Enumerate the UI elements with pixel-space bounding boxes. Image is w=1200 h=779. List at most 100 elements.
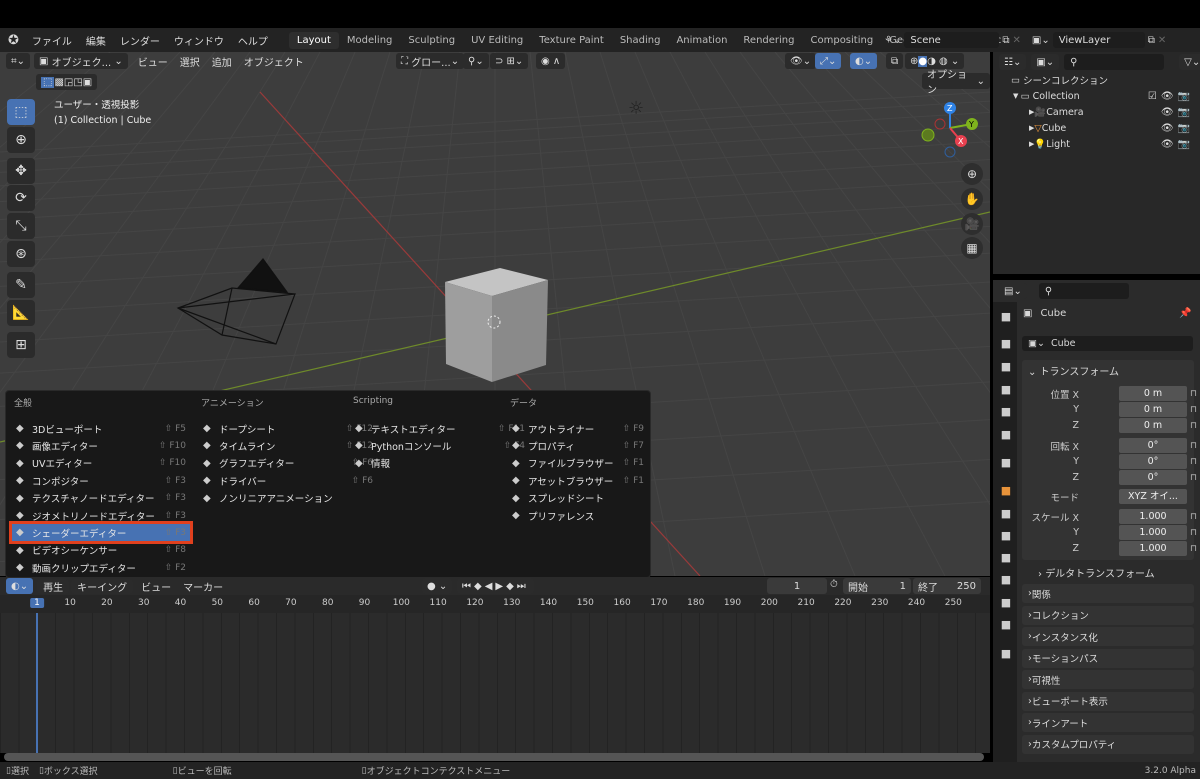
menu-item-properties[interactable]: ◆ プロパティ ⇧ F7 — [508, 437, 648, 454]
workspace-tab[interactable]: Shading — [612, 32, 669, 49]
workspace-tab[interactable]: Animation — [668, 32, 735, 49]
annotate-tool[interactable]: ✎ — [7, 272, 35, 298]
particles-tab-icon[interactable]: ■ — [998, 529, 1014, 545]
delta-transform-header[interactable]: › デルタトランスフォーム — [1038, 565, 1155, 580]
move-tool[interactable]: ✥ — [7, 158, 35, 184]
menu-item-uv-editor[interactable]: ◆ UVエディター ⇧ F10 — [12, 455, 190, 472]
texture-tab-icon[interactable]: ■ — [998, 647, 1014, 663]
playback-controls[interactable]: ⏮◆◀▶◆⏭ — [457, 578, 534, 594]
lock-icon[interactable]: ⊓ — [1190, 457, 1197, 467]
properties-editor-type-button[interactable]: ▤⌄ — [999, 283, 1027, 299]
outliner-search-input[interactable]: ⚲ — [1064, 54, 1165, 70]
value-field[interactable]: XYZ オイ... — [1119, 489, 1187, 504]
menu-1[interactable]: 編集 — [79, 33, 113, 48]
transform-orientation-selector[interactable]: ⛶ グロー... ⌄ — [396, 53, 465, 69]
panel-7[interactable]: › カスタムプロパティ — [1022, 734, 1194, 754]
selection-mode-buttons[interactable]: ⬚ ▩◲◳▣ — [36, 74, 98, 90]
data-tab-icon[interactable]: ■ — [998, 596, 1014, 612]
close-view-layer-icon[interactable]: ✕ — [1158, 35, 1166, 46]
workspace-tab[interactable]: Layout — [288, 31, 339, 49]
value-field[interactable]: 1.000 — [1119, 525, 1187, 540]
menu-item-driver[interactable]: ◆ ドライバー ⇧ F6 — [199, 472, 377, 489]
workspace-tab[interactable]: Sculpting — [400, 32, 463, 49]
proportional-edit-toggle[interactable]: ◉ ∧ — [536, 53, 566, 69]
timeline-menu-0[interactable]: 再生 — [37, 578, 70, 594]
visibility-icons[interactable]: 👁📷 — [1161, 123, 1194, 134]
scene-icon[interactable]: ⚘⌄ — [884, 35, 901, 46]
panel-3[interactable]: › モーションパス — [1022, 648, 1194, 668]
expand-arrow-icon[interactable]: ▼ — [1013, 92, 1021, 100]
gizmo-toggle[interactable]: ⤢⌄ — [815, 53, 842, 69]
view-layer-tab-icon[interactable]: ■ — [998, 383, 1014, 399]
menu-item-3d-viewport[interactable]: ◆ 3Dビューポート ⇧ F5 — [12, 420, 190, 437]
value-field[interactable]: 0° — [1119, 438, 1187, 453]
camera-view-icon[interactable]: 🎥 — [961, 213, 983, 235]
ortho-grid-icon[interactable]: ▦ — [961, 237, 983, 259]
lock-icon[interactable]: ⊓ — [1190, 389, 1197, 399]
copy-view-layer-icon[interactable]: ⧉ — [1148, 35, 1155, 46]
menu-item-nla[interactable]: ◆ ノンリニアアニメーション — [199, 490, 377, 507]
value-field[interactable]: 0 m — [1119, 418, 1187, 433]
lock-icon[interactable]: ⊓ — [1190, 512, 1197, 522]
viewport-menu-0[interactable]: ビュー — [132, 54, 174, 69]
lock-icon[interactable]: ⊓ — [1190, 421, 1197, 431]
material-tab-icon[interactable]: ■ — [998, 618, 1014, 634]
panel-4[interactable]: › 可視性 — [1022, 670, 1194, 689]
workspace-tab[interactable]: Compositing — [803, 32, 882, 49]
outliner-item-cube[interactable]: ▶ ▽ Cube 👁📷 — [993, 120, 1200, 136]
menu-item-texture-node[interactable]: ◆ テクスチャノードエディター ⇧ F3 — [12, 490, 190, 507]
object-data-icon[interactable]: ▣⌄ — [1022, 338, 1051, 349]
menu-item-geometry-node[interactable]: ◆ ジオメトリノードエディター ⇧ F3 — [12, 507, 190, 524]
value-field[interactable]: 1.000 — [1119, 509, 1187, 524]
panel-0[interactable]: › 関係 — [1022, 584, 1194, 603]
panel-2[interactable]: › インスタンス化 — [1022, 627, 1194, 646]
stopwatch-icon[interactable]: ⏱ — [830, 579, 838, 590]
menu-2[interactable]: レンダー — [113, 33, 167, 48]
panel-5[interactable]: › ビューポート表示 — [1022, 691, 1194, 711]
menu-item-movie-clip[interactable]: ◆ 動画クリップエディター ⇧ F2 — [12, 559, 190, 576]
menu-item-shader-editor[interactable]: ◆ シェーダーエディター ⇧ F3 — [9, 521, 193, 545]
value-field[interactable]: 0 m — [1119, 402, 1187, 417]
current-frame-field[interactable]: 1 — [767, 578, 827, 594]
timeline-menu-1[interactable]: キーイング — [71, 578, 134, 594]
playhead[interactable] — [36, 613, 38, 753]
value-field[interactable]: 0° — [1119, 454, 1187, 469]
menu-0[interactable]: ファイル — [25, 33, 79, 48]
panel-6[interactable]: › ラインアート — [1022, 713, 1194, 732]
scene-collection-row[interactable]: ▭ シーンコレクション — [993, 72, 1200, 88]
menu-item-asset-browser[interactable]: ◆ アセットブラウザー ⇧ F1 — [508, 472, 648, 489]
keyframe-selector[interactable]: ● ⌄ — [422, 578, 453, 594]
timeline-scrollbar[interactable] — [4, 753, 984, 761]
physics-tab-icon[interactable]: ■ — [998, 551, 1014, 567]
output-tab-icon[interactable]: ■ — [998, 360, 1014, 376]
object-tab-icon[interactable]: ■ — [998, 484, 1014, 500]
measure-tool[interactable]: 📐 — [7, 300, 35, 326]
lock-icon[interactable]: ⊓ — [1190, 544, 1197, 554]
visibility-icons[interactable]: ☑👁📷 — [1148, 91, 1194, 102]
menu-item-outliner[interactable]: ◆ アウトライナー ⇧ F9 — [508, 420, 648, 437]
transform-header[interactable]: ⌄ トランスフォーム — [1028, 363, 1119, 378]
constraints-tab-icon[interactable]: ■ — [998, 573, 1014, 589]
cursor-tool[interactable]: ⊕ — [7, 127, 35, 153]
menu-item-preferences[interactable]: ◆ プリファレンス — [508, 507, 648, 524]
workspace-tab[interactable]: UV Editing — [463, 32, 531, 49]
add-cube-tool[interactable]: ⊞ — [7, 332, 35, 358]
world-tab-icon[interactable]: ■ — [998, 428, 1014, 444]
start-frame-field[interactable]: 開始 1 — [843, 578, 911, 594]
menu-item-info[interactable]: ◆ 情報 — [351, 455, 529, 472]
filter-button[interactable]: ▽⌄ — [1179, 54, 1200, 70]
object-name-field[interactable]: ▣⌄ Cube — [1022, 336, 1193, 351]
editor-type-button[interactable]: ⌗⌄ — [6, 53, 31, 69]
lock-icon[interactable]: ⊓ — [1190, 473, 1197, 483]
visibility-selector[interactable]: 👁⌄ — [785, 53, 817, 69]
value-field[interactable]: 0 m — [1119, 386, 1187, 401]
visibility-icons[interactable]: 👁📷 — [1161, 139, 1194, 150]
menu-4[interactable]: ヘルプ — [231, 33, 275, 48]
snap-toggle[interactable]: ⊃ ⊞⌄ — [490, 53, 529, 69]
outliner-item-camera[interactable]: ▶ 🎥 Camera 👁📷 — [993, 104, 1200, 120]
viewport-menu-1[interactable]: 選択 — [174, 54, 206, 69]
pivot-selector[interactable]: ⚲⌄ — [463, 53, 489, 69]
outliner-editor-type-button[interactable]: ☷⌄ — [999, 54, 1027, 70]
lock-icon[interactable]: ⊓ — [1190, 441, 1197, 451]
menu-item-image-editor[interactable]: ◆ 画像エディター ⇧ F10 — [12, 437, 190, 454]
